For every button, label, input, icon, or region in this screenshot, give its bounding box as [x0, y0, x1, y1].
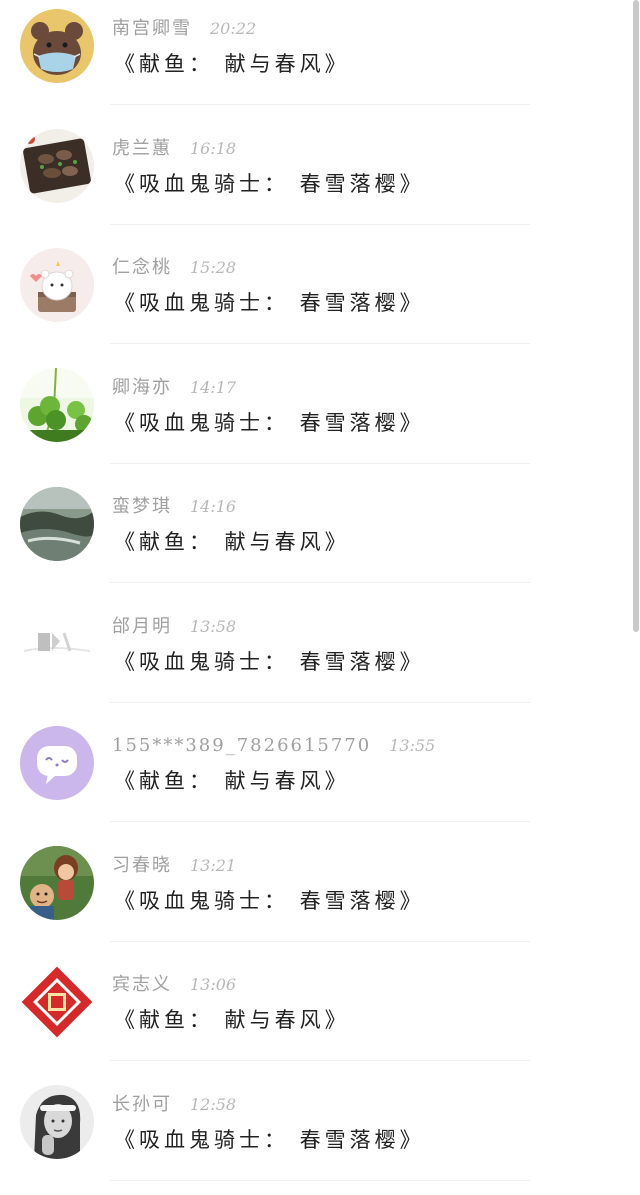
message-meta: 宾志义 13:06: [112, 970, 236, 1000]
message-meta: 南宫卿雪 20:22: [112, 14, 256, 44]
message-meta: 卿海亦 14:17: [112, 373, 236, 403]
divider: [110, 224, 530, 225]
list-item[interactable]: 155***389_7826615770 13:55 《献鱼： 献与春风》: [0, 717, 630, 837]
message-text[interactable]: 《献鱼： 献与春风》: [114, 48, 350, 80]
message-meta: 虎兰蕙 16:18: [112, 134, 236, 164]
message-text[interactable]: 《吸血鬼骑士： 春雪落樱》: [114, 287, 425, 319]
scrollbar-thumb[interactable]: [633, 0, 639, 632]
sender-name: 蛮梦琪: [112, 496, 172, 517]
sketch-avatar[interactable]: [20, 607, 94, 681]
list-item[interactable]: 南宫卿雪 20:22 《献鱼： 献与春风》: [0, 0, 630, 120]
sender-name: 长孙可: [112, 1094, 172, 1115]
sender-name: 邰月明: [112, 616, 172, 637]
message-text[interactable]: 《吸血鬼骑士： 春雪落樱》: [114, 407, 425, 439]
message-time: 13:58: [190, 617, 236, 636]
message-text[interactable]: 《吸血鬼骑士： 春雪落樱》: [114, 885, 425, 917]
message-meta: 习春晓 13:21: [112, 851, 236, 881]
chat-bubble-avatar[interactable]: [20, 726, 94, 800]
food-photo-avatar[interactable]: [20, 129, 94, 203]
sender-name: 虎兰蕙: [112, 138, 172, 159]
sender-name: 习春晓: [112, 855, 172, 876]
message-time: 20:22: [210, 19, 256, 38]
list-item[interactable]: 仁念桃 15:28 《吸血鬼骑士： 春雪落樱》: [0, 239, 630, 359]
message-text[interactable]: 《献鱼： 献与春风》: [114, 765, 350, 797]
list-item[interactable]: 邰月明 13:58 《吸血鬼骑士： 春雪落樱》: [0, 598, 630, 718]
message-meta: 长孙可 12:58: [112, 1090, 236, 1120]
girl-photo-avatar[interactable]: [20, 1085, 94, 1159]
message-time: 16:18: [190, 139, 236, 158]
cartoon-bear-avatar[interactable]: [20, 248, 94, 322]
list-item[interactable]: 虎兰蕙 16:18 《吸血鬼骑士： 春雪落樱》: [0, 120, 630, 240]
message-text[interactable]: 《吸血鬼骑士： 春雪落樱》: [114, 168, 425, 200]
divider: [110, 1180, 530, 1181]
sender-name: 宾志义: [112, 974, 172, 995]
message-text[interactable]: 《献鱼： 献与春风》: [114, 1004, 350, 1036]
divider: [110, 1060, 530, 1061]
message-time: 12:58: [190, 1095, 236, 1114]
list-item[interactable]: 习春晓 13:21 《吸血鬼骑士： 春雪落樱》: [0, 837, 630, 957]
message-text[interactable]: 《吸血鬼骑士： 春雪落樱》: [114, 1124, 425, 1156]
cartoon-characters-avatar[interactable]: [20, 846, 94, 920]
divider: [110, 941, 530, 942]
sender-name: 南宫卿雪: [112, 18, 192, 39]
sender-name: 仁念桃: [112, 257, 172, 278]
divider: [110, 582, 530, 583]
message-meta: 蛮梦琪 14:16: [112, 492, 236, 522]
divider: [110, 702, 530, 703]
clover-avatar[interactable]: [20, 368, 94, 442]
message-meta: 155***389_7826615770 13:55: [112, 731, 435, 761]
divider: [110, 821, 530, 822]
list-item[interactable]: 长孙可 12:58 《吸血鬼骑士： 春雪落樱》: [0, 1076, 630, 1195]
message-time: 13:21: [190, 856, 236, 875]
message-text[interactable]: 《献鱼： 献与春风》: [114, 526, 350, 558]
landscape-avatar[interactable]: [20, 487, 94, 561]
message-time: 13:06: [190, 975, 236, 994]
sender-name: 155***389_7826615770: [112, 735, 371, 756]
bear-mask-avatar[interactable]: [20, 9, 94, 83]
list-item[interactable]: 宾志义 13:06 《献鱼： 献与春风》: [0, 956, 630, 1076]
message-time: 14:17: [190, 378, 236, 397]
message-time: 13:55: [389, 736, 435, 755]
message-time: 15:28: [190, 258, 236, 277]
fu-papercut-avatar[interactable]: [20, 965, 94, 1039]
message-meta: 仁念桃 15:28: [112, 253, 236, 283]
divider: [110, 463, 530, 464]
sender-name: 卿海亦: [112, 377, 172, 398]
list-item[interactable]: 蛮梦琪 14:16 《献鱼： 献与春风》: [0, 478, 630, 598]
divider: [110, 343, 530, 344]
divider: [110, 104, 530, 105]
scrollbar[interactable]: [632, 0, 640, 1181]
message-meta: 邰月明 13:58: [112, 612, 236, 642]
list-item[interactable]: 卿海亦 14:17 《吸血鬼骑士： 春雪落樱》: [0, 359, 630, 479]
message-text[interactable]: 《吸血鬼骑士： 春雪落樱》: [114, 646, 425, 678]
message-time: 14:16: [190, 497, 236, 516]
